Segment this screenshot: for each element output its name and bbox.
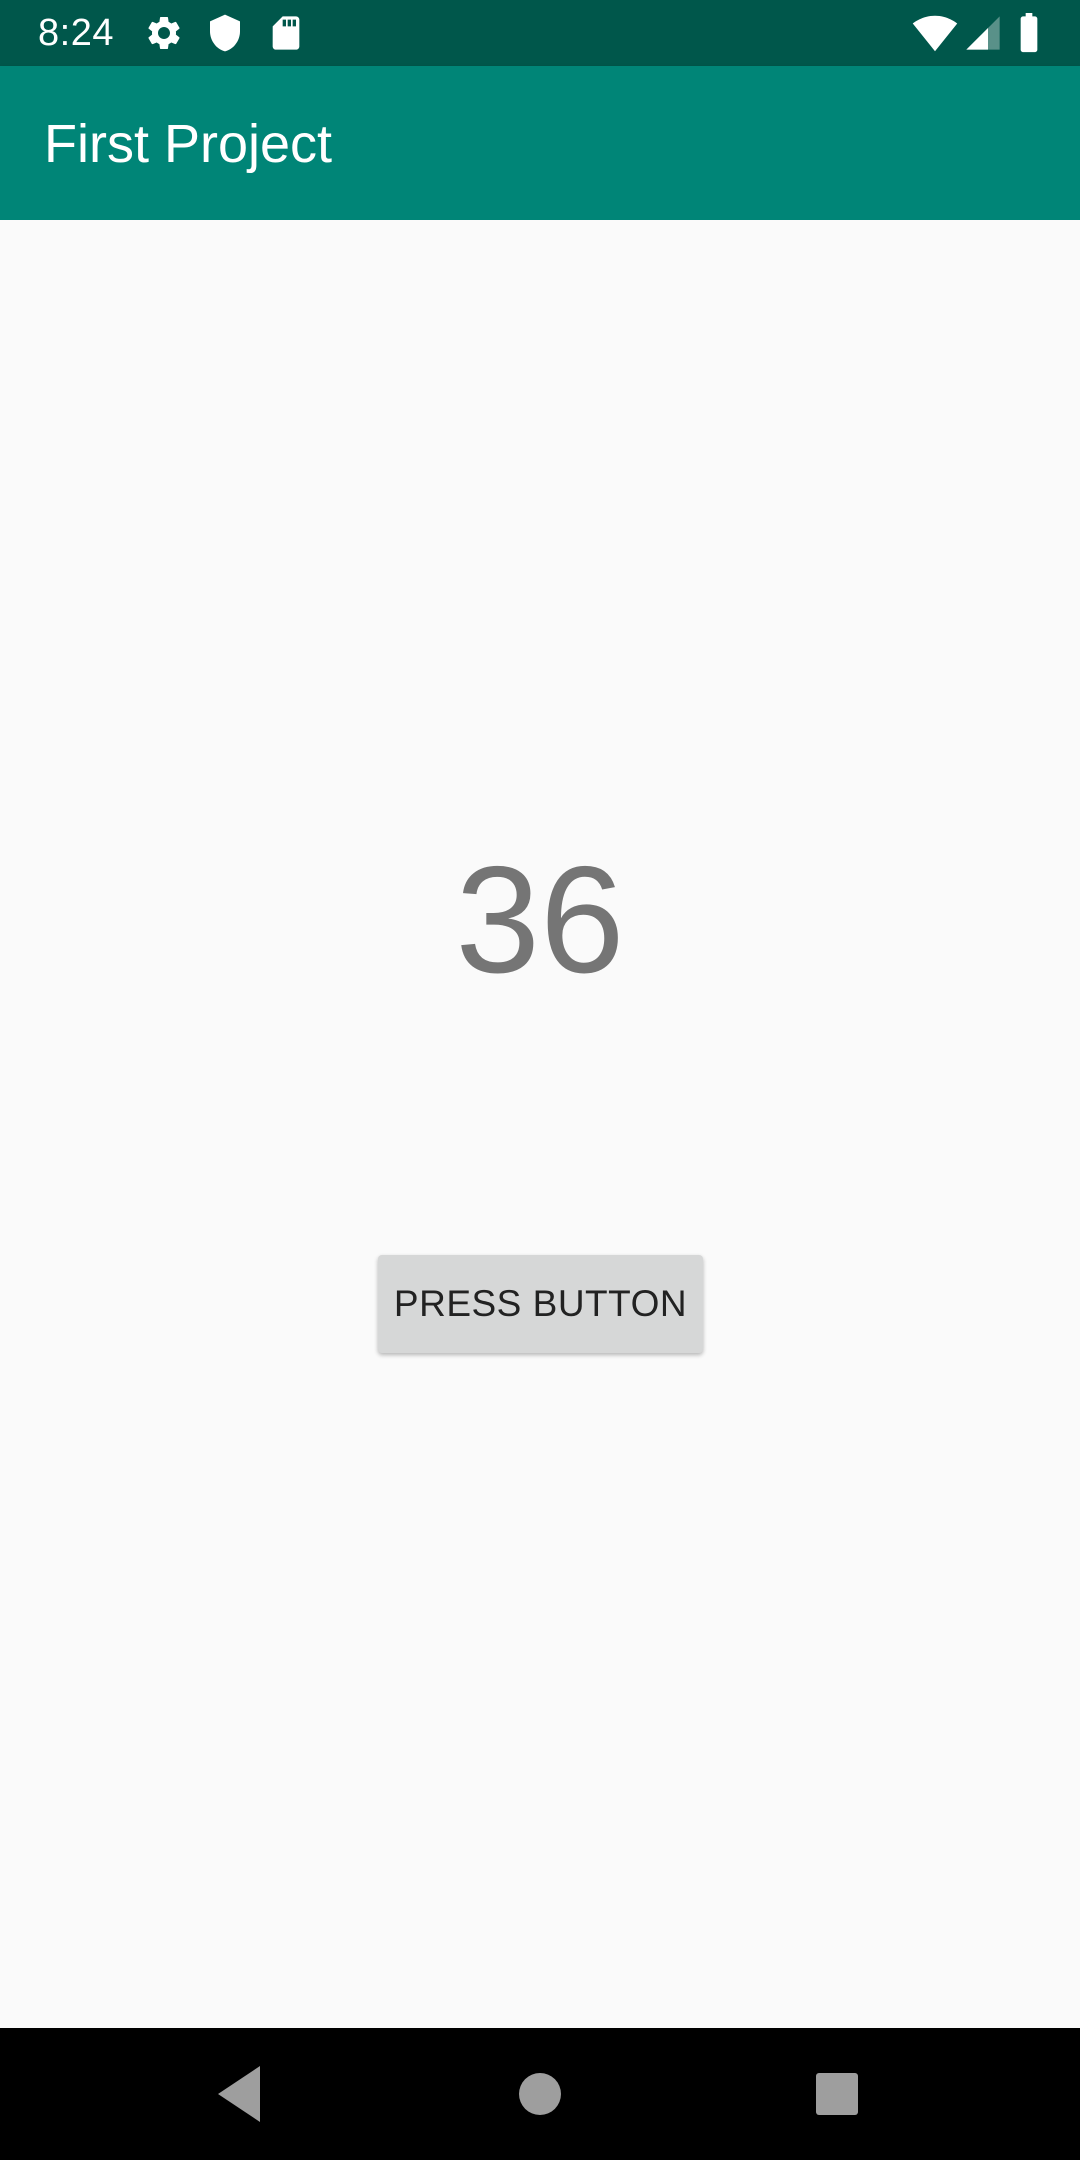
app-title: First Project [44,114,333,174]
press-button[interactable]: PRESS BUTTON [378,1255,703,1353]
battery-icon [1020,13,1038,53]
counter-value: 36 [455,835,625,1005]
app-bar: First Project [0,66,1080,220]
cell-signal-icon [966,16,1000,50]
navigation-bar [0,2028,1080,2160]
back-icon[interactable] [200,2054,280,2134]
status-bar: 8:24 [0,0,1080,66]
gear-icon [148,16,180,49]
recents-icon[interactable] [797,2054,877,2134]
shield-icon [210,14,240,52]
sd-card-icon [272,16,300,50]
main-content [0,220,1080,2028]
home-icon[interactable] [500,2054,580,2134]
status-time: 8:24 [38,12,114,54]
wifi-icon [912,15,958,52]
